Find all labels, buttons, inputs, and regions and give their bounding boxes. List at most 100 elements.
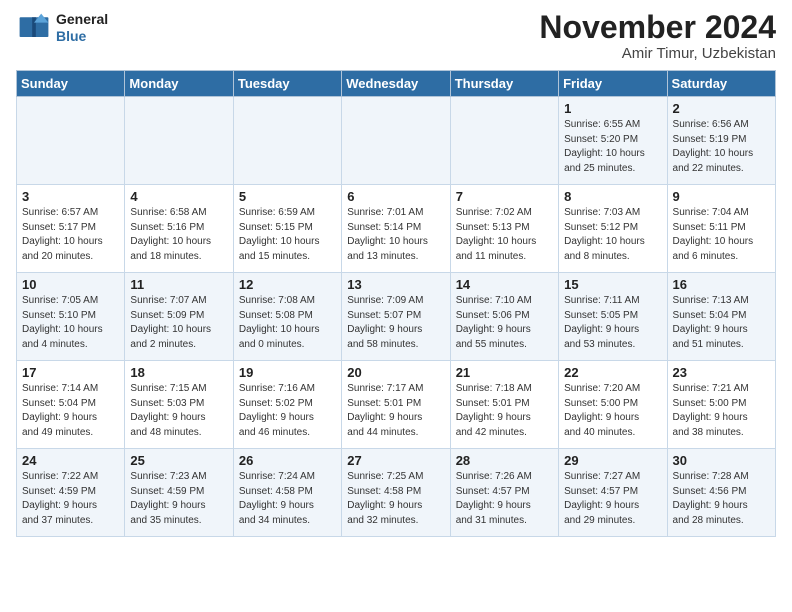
day-info: Sunrise: 7:20 AM Sunset: 5:00 PM Dayligh…	[564, 382, 662, 440]
day-number: 5	[239, 189, 337, 204]
day-info: Sunrise: 6:57 AM Sunset: 5:17 PM Dayligh…	[22, 206, 120, 264]
day-number: 1	[564, 101, 662, 116]
day-info: Sunrise: 7:21 AM Sunset: 5:00 PM Dayligh…	[673, 382, 771, 440]
calendar-header: SundayMondayTuesdayWednesdayThursdayFrid…	[17, 71, 776, 97]
day-number: 13	[347, 277, 445, 292]
day-number: 14	[456, 277, 554, 292]
location-subtitle: Amir Timur, Uzbekistan	[539, 45, 776, 62]
day-cell: 6 Sunrise: 7:01 AM Sunset: 5:14 PM Daylig…	[342, 185, 450, 273]
logo-blue: Blue	[56, 28, 108, 45]
day-cell: 3 Sunrise: 6:57 AM Sunset: 5:17 PM Daylig…	[17, 185, 125, 273]
day-number: 23	[673, 365, 771, 380]
day-info: Sunrise: 6:55 AM Sunset: 5:20 PM Dayligh…	[564, 118, 662, 176]
day-info: Sunrise: 7:25 AM Sunset: 4:58 PM Dayligh…	[347, 470, 445, 528]
calendar-body: 1 Sunrise: 6:55 AM Sunset: 5:20 PM Daylig…	[17, 97, 776, 537]
day-cell: 19Sunrise: 7:16 AM Sunset: 5:02 PM Dayli…	[233, 361, 341, 449]
day-info: Sunrise: 7:05 AM Sunset: 5:10 PM Dayligh…	[22, 294, 120, 352]
day-number: 17	[22, 365, 120, 380]
day-cell	[125, 97, 233, 185]
day-number: 6	[347, 189, 445, 204]
day-cell: 16 Sunrise: 7:13 AM Sunset: 5:04 PM Dayli…	[667, 273, 775, 361]
header-cell-saturday: Saturday	[667, 71, 775, 97]
day-number: 21	[456, 365, 554, 380]
week-row-1: 1 Sunrise: 6:55 AM Sunset: 5:20 PM Daylig…	[17, 97, 776, 185]
week-row-4: 17 Sunrise: 7:14 AM Sunset: 5:04 PM Dayli…	[17, 361, 776, 449]
day-number: 7	[456, 189, 554, 204]
day-number: 24	[22, 453, 120, 468]
day-number: 15	[564, 277, 662, 292]
day-info: Sunrise: 6:59 AM Sunset: 5:15 PM Dayligh…	[239, 206, 337, 264]
day-number: 8	[564, 189, 662, 204]
day-number: 26	[239, 453, 337, 468]
day-number: 3	[22, 189, 120, 204]
day-cell: 12Sunrise: 7:08 AM Sunset: 5:08 PM Dayli…	[233, 273, 341, 361]
day-info: Sunrise: 7:18 AM Sunset: 5:01 PM Dayligh…	[456, 382, 554, 440]
day-info: Sunrise: 7:04 AM Sunset: 5:11 PM Dayligh…	[673, 206, 771, 264]
day-cell: 4Sunrise: 6:58 AM Sunset: 5:16 PM Daylig…	[125, 185, 233, 273]
day-info: Sunrise: 7:23 AM Sunset: 4:59 PM Dayligh…	[130, 470, 228, 528]
day-info: Sunrise: 7:28 AM Sunset: 4:56 PM Dayligh…	[673, 470, 771, 528]
day-cell	[233, 97, 341, 185]
day-number: 18	[130, 365, 228, 380]
calendar-table: SundayMondayTuesdayWednesdayThursdayFrid…	[16, 70, 776, 537]
month-title: November 2024	[539, 10, 776, 45]
day-info: Sunrise: 7:02 AM Sunset: 5:13 PM Dayligh…	[456, 206, 554, 264]
day-info: Sunrise: 7:13 AM Sunset: 5:04 PM Dayligh…	[673, 294, 771, 352]
day-cell: 22 Sunrise: 7:20 AM Sunset: 5:00 PM Dayli…	[559, 361, 667, 449]
day-cell: 15 Sunrise: 7:11 AM Sunset: 5:05 PM Dayli…	[559, 273, 667, 361]
day-cell: 10 Sunrise: 7:05 AM Sunset: 5:10 PM Dayli…	[17, 273, 125, 361]
day-info: Sunrise: 7:27 AM Sunset: 4:57 PM Dayligh…	[564, 470, 662, 528]
day-number: 30	[673, 453, 771, 468]
header: General Blue November 2024 Amir Timur, U…	[16, 10, 776, 62]
day-info: Sunrise: 7:11 AM Sunset: 5:05 PM Dayligh…	[564, 294, 662, 352]
day-cell: 24 Sunrise: 7:22 AM Sunset: 4:59 PM Dayli…	[17, 449, 125, 537]
header-cell-monday: Monday	[125, 71, 233, 97]
day-info: Sunrise: 7:14 AM Sunset: 5:04 PM Dayligh…	[22, 382, 120, 440]
header-cell-friday: Friday	[559, 71, 667, 97]
day-info: Sunrise: 6:58 AM Sunset: 5:16 PM Dayligh…	[130, 206, 228, 264]
logo-text: General Blue	[56, 11, 108, 45]
header-cell-tuesday: Tuesday	[233, 71, 341, 97]
week-row-5: 24 Sunrise: 7:22 AM Sunset: 4:59 PM Dayli…	[17, 449, 776, 537]
day-cell: 5 Sunrise: 6:59 AM Sunset: 5:15 PM Daylig…	[233, 185, 341, 273]
day-info: Sunrise: 7:26 AM Sunset: 4:57 PM Dayligh…	[456, 470, 554, 528]
header-cell-sunday: Sunday	[17, 71, 125, 97]
day-number: 28	[456, 453, 554, 468]
day-info: Sunrise: 7:17 AM Sunset: 5:01 PM Dayligh…	[347, 382, 445, 440]
day-number: 9	[673, 189, 771, 204]
day-cell: 14Sunrise: 7:10 AM Sunset: 5:06 PM Dayli…	[450, 273, 558, 361]
header-row: SundayMondayTuesdayWednesdayThursdayFrid…	[17, 71, 776, 97]
day-info: Sunrise: 7:09 AM Sunset: 5:07 PM Dayligh…	[347, 294, 445, 352]
day-info: Sunrise: 7:22 AM Sunset: 4:59 PM Dayligh…	[22, 470, 120, 528]
day-cell: 27 Sunrise: 7:25 AM Sunset: 4:58 PM Dayli…	[342, 449, 450, 537]
header-cell-thursday: Thursday	[450, 71, 558, 97]
title-block: November 2024 Amir Timur, Uzbekistan	[539, 10, 776, 62]
day-number: 10	[22, 277, 120, 292]
day-number: 20	[347, 365, 445, 380]
day-number: 27	[347, 453, 445, 468]
logo-icon	[16, 10, 52, 46]
day-info: Sunrise: 7:07 AM Sunset: 5:09 PM Dayligh…	[130, 294, 228, 352]
day-info: Sunrise: 7:15 AM Sunset: 5:03 PM Dayligh…	[130, 382, 228, 440]
day-cell: 21 Sunrise: 7:18 AM Sunset: 5:01 PM Dayli…	[450, 361, 558, 449]
week-row-3: 10 Sunrise: 7:05 AM Sunset: 5:10 PM Dayli…	[17, 273, 776, 361]
day-cell: 8Sunrise: 7:03 AM Sunset: 5:12 PM Daylig…	[559, 185, 667, 273]
day-number: 25	[130, 453, 228, 468]
day-number: 22	[564, 365, 662, 380]
day-number: 16	[673, 277, 771, 292]
day-cell: 30 Sunrise: 7:28 AM Sunset: 4:56 PM Dayli…	[667, 449, 775, 537]
week-row-2: 3 Sunrise: 6:57 AM Sunset: 5:17 PM Daylig…	[17, 185, 776, 273]
day-number: 19	[239, 365, 337, 380]
day-cell: 13 Sunrise: 7:09 AM Sunset: 5:07 PM Dayli…	[342, 273, 450, 361]
day-cell: 20 Sunrise: 7:17 AM Sunset: 5:01 PM Dayli…	[342, 361, 450, 449]
day-info: Sunrise: 7:01 AM Sunset: 5:14 PM Dayligh…	[347, 206, 445, 264]
day-number: 11	[130, 277, 228, 292]
day-info: Sunrise: 6:56 AM Sunset: 5:19 PM Dayligh…	[673, 118, 771, 176]
day-number: 12	[239, 277, 337, 292]
day-cell: 2Sunrise: 6:56 AM Sunset: 5:19 PM Daylig…	[667, 97, 775, 185]
logo-general: General	[56, 11, 108, 28]
day-cell: 18 Sunrise: 7:15 AM Sunset: 5:03 PM Dayli…	[125, 361, 233, 449]
day-cell: 26Sunrise: 7:24 AM Sunset: 4:58 PM Dayli…	[233, 449, 341, 537]
calendar-page: General Blue November 2024 Amir Timur, U…	[0, 0, 792, 547]
header-cell-wednesday: Wednesday	[342, 71, 450, 97]
